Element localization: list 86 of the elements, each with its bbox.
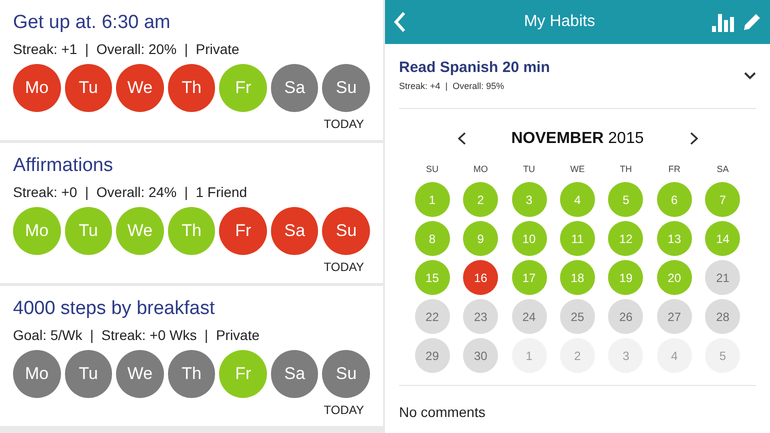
calendar-day[interactable]: 7 — [705, 182, 740, 217]
weekday-label: FR — [668, 162, 680, 176]
edit-icon[interactable] — [742, 12, 762, 32]
calendar-day[interactable]: 20 — [656, 260, 692, 295]
calendar-day[interactable]: 12 — [608, 221, 644, 256]
calendar-day[interactable]: 30 — [463, 338, 498, 373]
habit-title: Affirmations — [13, 154, 114, 178]
calendar-day[interactable]: 1 — [414, 182, 450, 217]
month-title: NOVEMBER 2015 — [510, 128, 645, 148]
calendar-day[interactable]: 2 — [463, 182, 498, 217]
day-button[interactable]: Mo — [13, 350, 61, 398]
calendar-day[interactable]: 16 — [463, 260, 498, 295]
day-button[interactable]: Su — [322, 207, 370, 255]
habit-card[interactable]: Affirmations Streak: +0 | Overall: 24% | 1 Friend Mo Tu We Th Fr Sa Su TODAY — [0, 143, 383, 283]
weekday-label: SA — [716, 162, 729, 176]
calendar-day[interactable]: 10 — [512, 221, 547, 256]
day-button[interactable]: Tu — [64, 207, 112, 255]
calendar-day[interactable]: 25 — [560, 299, 595, 334]
weekday-label: WE — [570, 162, 585, 176]
calendar-day[interactable]: 11 — [560, 221, 595, 256]
calendar-day[interactable]: 24 — [512, 299, 547, 334]
calendar-day[interactable]: 14 — [705, 221, 740, 256]
day-button[interactable]: Sa — [270, 350, 318, 398]
day-button[interactable]: Tu — [64, 350, 112, 398]
calendar-day[interactable]: 22 — [414, 299, 450, 334]
day-button[interactable]: Tu — [64, 64, 112, 112]
calendar-day[interactable]: 8 — [414, 221, 450, 256]
day-button[interactable]: Fr — [219, 350, 267, 398]
today-label: TODAY — [324, 259, 364, 276]
calendar-day[interactable]: 4 — [560, 182, 595, 217]
calendar-day[interactable]: 1 — [512, 338, 547, 373]
habit-title: 4000 steps by breakfast — [13, 297, 216, 321]
day-button[interactable]: Mo — [13, 207, 61, 255]
day-button[interactable]: We — [116, 64, 164, 112]
chevron-down-icon[interactable] — [744, 72, 756, 80]
day-button[interactable]: Fr — [219, 207, 267, 255]
day-button[interactable]: Su — [322, 64, 370, 112]
day-button[interactable]: We — [116, 350, 164, 398]
calendar-day[interactable]: 27 — [656, 299, 692, 334]
weekday-label: MO — [473, 162, 488, 176]
day-button[interactable]: Mo — [13, 64, 61, 112]
header-title: My Habits — [522, 12, 596, 32]
today-label: TODAY — [324, 116, 364, 133]
calendar-day[interactable]: 15 — [414, 260, 450, 295]
chart-icon[interactable] — [712, 12, 734, 32]
day-button[interactable]: Th — [168, 207, 216, 255]
calendar-day[interactable]: 21 — [705, 260, 740, 295]
day-button[interactable]: Sa — [270, 207, 318, 255]
habit-stats: Streak: +1 | Overall: 20% | Private — [13, 40, 240, 59]
habit-card[interactable]: Get up at. 6:30 am Streak: +1 | Overall: 20% | Private Mo Tu We Th Fr Sa Su TODAY — [0, 0, 383, 140]
habit-stats: Goal: 5/Wk | Streak: +0 Wks | Private — [13, 326, 261, 345]
calendar-day[interactable]: 29 — [414, 338, 450, 373]
day-button[interactable]: Fr — [219, 64, 267, 112]
habit-card[interactable]: 4000 steps by breakfast Goal: 5/Wk | Streak: +0 Wks | Private Mo Tu We Th Fr Sa Su TODAY — [0, 286, 383, 426]
calendar-day[interactable]: 4 — [656, 338, 692, 373]
day-button[interactable]: Sa — [270, 64, 318, 112]
calendar-day[interactable]: 26 — [608, 299, 644, 334]
previous-month-icon[interactable] — [458, 132, 466, 145]
day-button[interactable]: Su — [322, 350, 370, 398]
calendar-day[interactable]: 28 — [705, 299, 740, 334]
calendar-day[interactable]: 3 — [608, 338, 644, 373]
calendar-day[interactable]: 6 — [656, 182, 692, 217]
weekday-label: TU — [523, 162, 536, 176]
habit-stats: Streak: +0 | Overall: 24% | 1 Friend — [13, 183, 248, 202]
day-button[interactable]: Th — [168, 350, 216, 398]
habit-title: Read Spanish 20 min — [399, 58, 551, 78]
day-button[interactable]: Th — [168, 64, 216, 112]
today-label: TODAY — [324, 402, 364, 419]
habit-stats: Streak: +4 | Overall: 95% — [399, 80, 506, 93]
day-button[interactable]: We — [116, 207, 164, 255]
weekday-label: TH — [620, 162, 632, 176]
calendar-day[interactable]: 9 — [463, 221, 498, 256]
habit-title: Get up at. 6:30 am — [13, 11, 172, 35]
comments-text: No comments — [399, 403, 486, 422]
calendar-day[interactable]: 5 — [705, 338, 740, 373]
weekday-label: SU — [426, 162, 438, 176]
calendar-day[interactable]: 5 — [608, 182, 644, 217]
back-icon[interactable] — [393, 11, 407, 33]
calendar-day[interactable]: 2 — [560, 338, 595, 373]
calendar-day[interactable]: 13 — [656, 221, 692, 256]
calendar-day[interactable]: 3 — [512, 182, 547, 217]
calendar-day[interactable]: 23 — [463, 299, 498, 334]
calendar-day[interactable]: 17 — [512, 260, 547, 295]
calendar-day[interactable]: 19 — [608, 260, 644, 295]
next-month-icon[interactable] — [690, 132, 698, 145]
calendar-day[interactable]: 18 — [560, 260, 595, 295]
